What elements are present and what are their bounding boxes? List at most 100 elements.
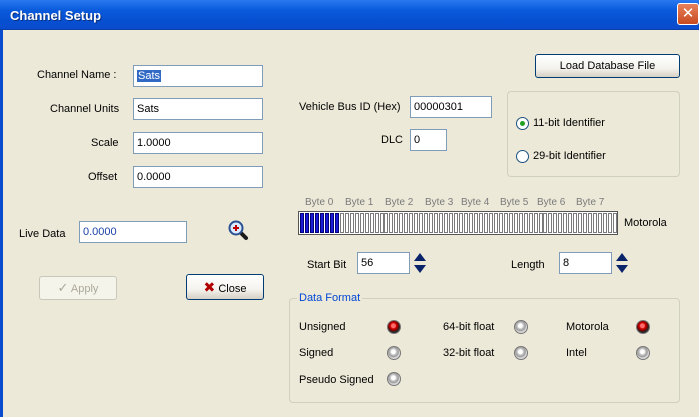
- bit-cell[interactable]: [314, 213, 319, 233]
- motorola-indicator[interactable]: [636, 320, 650, 334]
- close-button[interactable]: ✖ Close: [186, 274, 264, 300]
- window-close-button[interactable]: ✕: [677, 3, 699, 25]
- bit-cell[interactable]: [488, 213, 493, 233]
- float32-indicator[interactable]: [514, 346, 528, 360]
- bit-cell[interactable]: [543, 213, 548, 233]
- bit-cell[interactable]: [300, 213, 304, 233]
- start-bit-field[interactable]: 56: [357, 252, 410, 274]
- bit-cell[interactable]: [304, 213, 309, 233]
- channel-units-field[interactable]: Sats: [133, 98, 263, 120]
- bit-cell[interactable]: [558, 213, 563, 233]
- scale-field[interactable]: 1.0000: [133, 132, 263, 154]
- bit-cell[interactable]: [528, 213, 533, 233]
- radio-11bit[interactable]: [516, 117, 529, 130]
- bit-cell[interactable]: [424, 213, 429, 233]
- bit-cell[interactable]: [478, 213, 483, 233]
- bit-cell[interactable]: [508, 213, 513, 233]
- bit-cell[interactable]: [588, 213, 593, 233]
- bit-cell[interactable]: [603, 213, 608, 233]
- radio-selected-dot: [520, 121, 525, 126]
- signed-indicator[interactable]: [387, 346, 401, 360]
- unsigned-indicator[interactable]: [387, 320, 401, 334]
- bit-cell[interactable]: [563, 213, 568, 233]
- bit-cell[interactable]: [463, 213, 468, 233]
- dlc-field[interactable]: 0: [410, 129, 447, 151]
- bit-cell[interactable]: [404, 213, 409, 233]
- byte-label: Byte 3: [425, 197, 454, 208]
- bit-cell[interactable]: [598, 213, 603, 233]
- bit-cell[interactable]: [394, 213, 399, 233]
- motorola-label: Motorola: [566, 321, 609, 333]
- bit-cell[interactable]: [578, 213, 583, 233]
- bit-cell[interactable]: [384, 213, 389, 233]
- bit-cell[interactable]: [344, 213, 349, 233]
- bit-cell[interactable]: [593, 213, 598, 233]
- bit-cell[interactable]: [409, 213, 414, 233]
- bit-cell[interactable]: [379, 213, 384, 233]
- bit-cell[interactable]: [369, 213, 374, 233]
- bit-cell[interactable]: [523, 213, 528, 233]
- vehicle-bus-id-field[interactable]: 00000301: [410, 96, 492, 118]
- bit-cell[interactable]: [513, 213, 518, 233]
- up-arrow-icon[interactable]: [414, 253, 426, 261]
- bit-cell[interactable]: [503, 213, 508, 233]
- bit-cell[interactable]: [473, 213, 478, 233]
- down-arrow-icon[interactable]: [616, 265, 628, 273]
- start-bit-stepper[interactable]: [414, 252, 426, 274]
- offset-field[interactable]: 0.0000: [133, 166, 263, 188]
- intel-indicator[interactable]: [636, 346, 650, 360]
- bit-cell[interactable]: [573, 213, 578, 233]
- bit-map[interactable]: [298, 211, 618, 235]
- bit-cell[interactable]: [364, 213, 369, 233]
- bit-cell[interactable]: [493, 213, 498, 233]
- bit-cell[interactable]: [583, 213, 588, 233]
- bit-cell[interactable]: [454, 213, 459, 233]
- bit-cell[interactable]: [538, 213, 543, 233]
- bit-cell[interactable]: [518, 213, 523, 233]
- bit-cell[interactable]: [339, 213, 344, 233]
- bit-cell[interactable]: [439, 213, 444, 233]
- bit-cell[interactable]: [434, 213, 439, 233]
- bit-cell[interactable]: [419, 213, 424, 233]
- length-field[interactable]: 8: [559, 252, 612, 274]
- up-arrow-icon[interactable]: [616, 253, 628, 261]
- bit-cell[interactable]: [449, 213, 454, 233]
- bit-cell[interactable]: [459, 213, 463, 233]
- down-arrow-icon[interactable]: [414, 265, 426, 273]
- byte-label: Byte 5: [500, 197, 529, 208]
- zoom-icon[interactable]: [227, 219, 249, 241]
- bit-cell[interactable]: [613, 213, 618, 233]
- bit-cell[interactable]: [568, 213, 573, 233]
- bit-cell[interactable]: [548, 213, 553, 233]
- byte-label: Byte 1: [345, 197, 374, 208]
- bit-cell[interactable]: [389, 213, 394, 233]
- channel-name-field[interactable]: Sats: [133, 65, 263, 87]
- bit-cell[interactable]: [309, 213, 314, 233]
- bit-cell[interactable]: [399, 213, 404, 233]
- bit-cell[interactable]: [349, 213, 354, 233]
- float64-indicator[interactable]: [514, 320, 528, 334]
- apply-button[interactable]: ✓ Apply: [39, 276, 117, 300]
- bit-cell[interactable]: [553, 213, 558, 233]
- bit-cell[interactable]: [444, 213, 449, 233]
- bit-cell[interactable]: [359, 213, 364, 233]
- data-format-title: Data Format: [297, 292, 363, 304]
- bit-cell[interactable]: [608, 213, 613, 233]
- bit-cell[interactable]: [324, 213, 329, 233]
- radio-29bit[interactable]: [516, 150, 529, 163]
- bit-cell[interactable]: [429, 213, 434, 233]
- bit-cell[interactable]: [329, 213, 334, 233]
- bit-cell[interactable]: [319, 213, 324, 233]
- bit-cell[interactable]: [498, 213, 503, 233]
- bit-cell[interactable]: [354, 213, 359, 233]
- bit-cell[interactable]: [483, 213, 488, 233]
- bit-cell[interactable]: [374, 213, 379, 233]
- load-database-file-button[interactable]: Load Database File: [535, 54, 680, 78]
- pseudo-signed-indicator[interactable]: [387, 372, 401, 386]
- bit-cell[interactable]: [468, 213, 473, 233]
- bit-cell[interactable]: [533, 213, 538, 233]
- bit-cell[interactable]: [414, 213, 419, 233]
- id29-label: 29-bit Identifier: [533, 150, 606, 162]
- bit-cell[interactable]: [334, 213, 339, 233]
- length-stepper[interactable]: [616, 252, 628, 274]
